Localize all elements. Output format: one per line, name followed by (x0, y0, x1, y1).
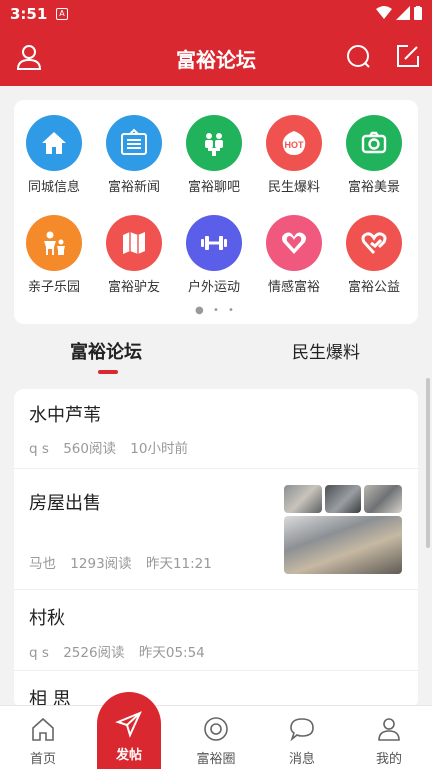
post-title: 房屋出售 (29, 493, 101, 514)
family-icon (26, 215, 82, 271)
list-item[interactable]: 村秋 q s 2526阅读 昨天05:54 (14, 590, 418, 671)
news-icon (106, 115, 162, 171)
nav-messages[interactable]: 消息 (272, 716, 332, 767)
status-bar: 3:51 A (0, 0, 432, 28)
post-author: q s (29, 441, 49, 457)
category-grid: 同城信息 富裕新闻 富裕聊吧 HOT 民生爆料 富裕美景 亲子乐园 富裕驴友 户… (14, 100, 418, 324)
category-item-tongcheng[interactable]: 同城信息 (14, 115, 94, 195)
home-icon (26, 115, 82, 171)
svg-text:HOT: HOT (285, 140, 305, 150)
status-time: 3:51 (10, 5, 48, 23)
home-outline-icon (32, 717, 54, 741)
compose-button[interactable] (394, 42, 424, 72)
paper-plane-icon (115, 711, 142, 738)
category-item-sports[interactable]: 户外运动 (174, 215, 254, 295)
post-time: 10小时前 (130, 441, 188, 457)
dumbbell-icon (186, 215, 242, 271)
nav-circle[interactable]: 富裕圈 (186, 716, 246, 767)
map-icon (106, 215, 162, 271)
tab-bar: 富裕论坛 民生爆料 (0, 330, 432, 380)
nav-label: 消息 (288, 752, 315, 767)
list-item[interactable]: 相 思 (14, 671, 418, 709)
category-item-chat[interactable]: 富裕聊吧 (174, 115, 254, 195)
category-label: 富裕美景 (347, 180, 400, 195)
category-label: 民生爆料 (267, 180, 320, 195)
charity-heart-icon (346, 215, 402, 271)
post-reads: 560阅读 (63, 441, 116, 457)
battery-icon (414, 6, 422, 20)
hot-icon: HOT (266, 115, 322, 171)
nav-label: 首页 (29, 752, 56, 767)
category-label: 同城信息 (27, 180, 80, 195)
post-title: 水中芦苇 (29, 405, 101, 426)
app-header: 富裕论坛 (0, 28, 432, 86)
thumbnail-image (284, 485, 322, 513)
category-label: 富裕新闻 (107, 180, 160, 195)
nav-mine[interactable]: 我的 (359, 716, 419, 767)
category-item-travel[interactable]: 富裕驴友 (94, 215, 174, 295)
nav-home[interactable]: 首页 (13, 716, 73, 767)
thumbnail-image (325, 485, 361, 513)
wifi-icon (376, 6, 392, 19)
nav-label: 富裕圈 (196, 752, 236, 767)
chat-icon (186, 115, 242, 171)
post-author: q s (29, 645, 49, 661)
category-label: 户外运动 (187, 280, 240, 295)
system-icons (376, 6, 422, 20)
nav-label: 我的 (375, 752, 402, 767)
camera-icon (346, 115, 402, 171)
post-title: 村秋 (29, 608, 65, 629)
bottom-nav: 首页 富裕圈 消息 我的 (0, 705, 432, 769)
category-item-hot[interactable]: HOT 民生爆料 (254, 115, 334, 195)
post-meta: q s 2526阅读 昨天05:54 (29, 641, 215, 661)
category-item-scenery[interactable]: 富裕美景 (334, 115, 414, 195)
list-item[interactable]: 房屋出售 马也 1293阅读 昨天11:21 (14, 469, 418, 590)
post-time: 昨天11:21 (145, 556, 212, 572)
new-post-label: 发帖 (115, 748, 142, 763)
post-meta: q s 560阅读 10小时前 (29, 437, 198, 457)
category-label: 富裕聊吧 (187, 180, 240, 195)
post-list: 水中芦苇 q s 560阅读 10小时前 房屋出售 马也 1293阅读 昨天11… (14, 389, 418, 709)
message-icon (290, 718, 314, 742)
page-indicator: ● • • (195, 305, 237, 316)
edit-icon (397, 45, 419, 67)
thumbnail-image (364, 485, 402, 513)
app-notification-icon: A (56, 8, 68, 20)
search-icon (347, 45, 370, 68)
heart-icon (266, 215, 322, 271)
new-post-button[interactable]: 发帖 (97, 692, 161, 769)
post-time: 昨天05:54 (138, 645, 205, 661)
category-item-charity[interactable]: 富裕公益 (334, 215, 414, 295)
circle-icon (204, 717, 228, 741)
search-button[interactable] (344, 42, 374, 72)
list-item[interactable]: 水中芦苇 q s 560阅读 10小时前 (14, 389, 418, 469)
category-label: 富裕公益 (347, 280, 400, 295)
signal-icon (396, 6, 410, 20)
post-meta: 马也 1293阅读 昨天11:21 (29, 552, 222, 572)
category-label: 亲子乐园 (27, 280, 80, 295)
user-outline-icon (378, 718, 400, 741)
category-label: 情感富裕 (267, 280, 320, 295)
category-item-news[interactable]: 富裕新闻 (94, 115, 174, 195)
scrollbar[interactable] (426, 378, 430, 548)
tab-forum[interactable]: 富裕论坛 (70, 338, 142, 364)
category-item-emotion[interactable]: 情感富裕 (254, 215, 334, 295)
thumbnail-image-large (284, 516, 402, 574)
category-label: 富裕驴友 (107, 280, 160, 295)
category-item-family[interactable]: 亲子乐园 (14, 215, 94, 295)
post-reads: 2526阅读 (63, 645, 125, 661)
post-author: 马也 (29, 556, 56, 572)
tab-hot-news[interactable]: 民生爆料 (292, 338, 360, 363)
post-reads: 1293阅读 (70, 556, 132, 572)
active-tab-indicator (98, 370, 118, 374)
